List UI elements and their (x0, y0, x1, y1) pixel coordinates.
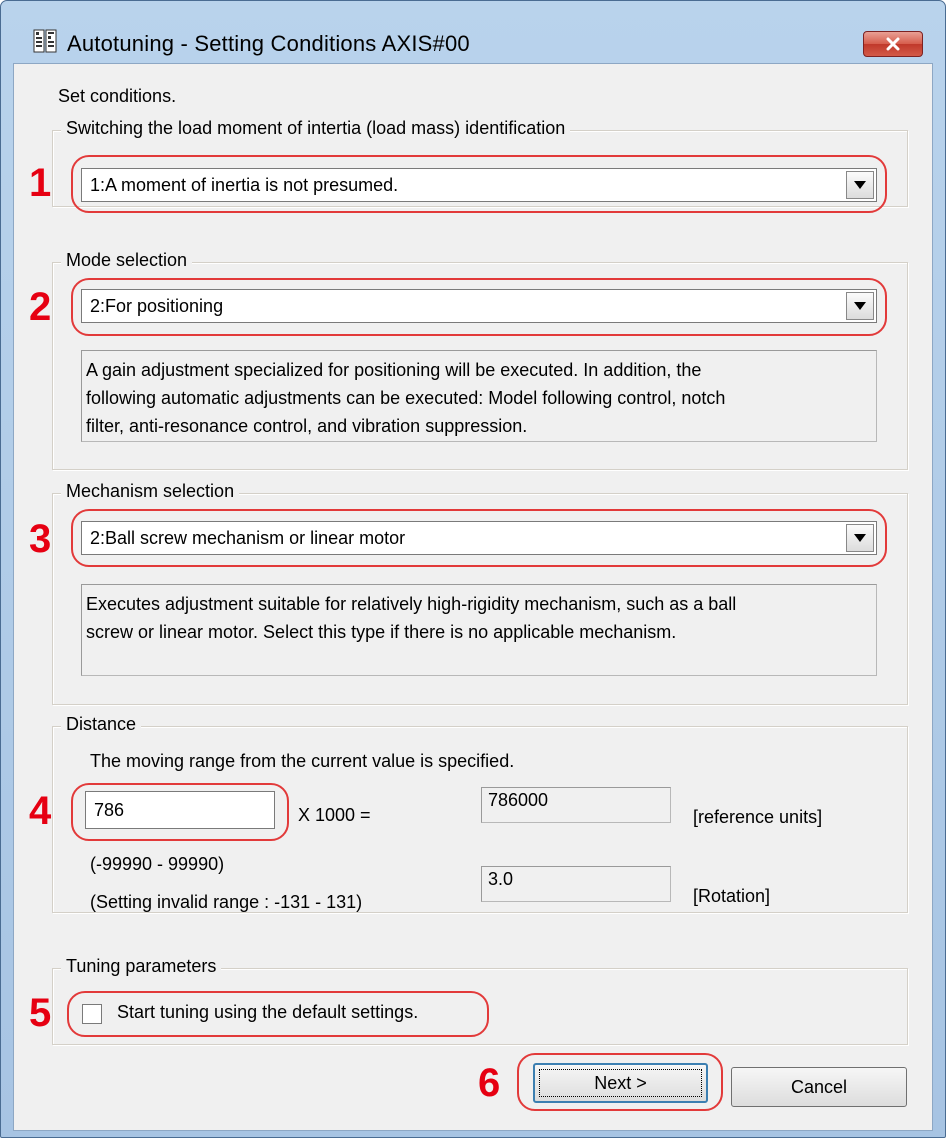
mechanism-description: Executes adjustment suitable for relativ… (81, 584, 877, 676)
load-inertia-selected: 1:A moment of inertia is not presumed. (90, 175, 399, 195)
chevron-down-icon (854, 181, 866, 189)
distance-range: (-99990 - 99990) (90, 854, 225, 874)
multiplier-label: X 1000 = (298, 805, 371, 825)
default-settings-label[interactable]: Start tuning using the default settings. (117, 1002, 418, 1023)
autotuning-app-icon (33, 29, 57, 53)
mode-dropdown[interactable]: 2:For positioning (81, 289, 877, 323)
invalid-range: (Setting invalid range : -131 - 131) (90, 892, 363, 912)
mechanism-description-line: Executes adjustment suitable for relativ… (86, 594, 737, 614)
tuning-parameters-group-title: Tuning parameters (61, 956, 222, 977)
distance-instruction: The moving range from the current value … (90, 751, 515, 771)
mode-group-title: Mode selection (61, 250, 193, 271)
chevron-down-icon (854, 302, 866, 310)
mode-description-line: filter, anti-resonance control, and vibr… (86, 416, 528, 436)
marker-3: 3 (29, 517, 52, 561)
default-settings-checkbox[interactable] (82, 1004, 102, 1024)
marker-2: 2 (29, 285, 52, 329)
mode-description-line: A gain adjustment specialized for positi… (86, 360, 702, 380)
mechanism-selected: 2:Ball screw mechanism or linear motor (90, 528, 406, 548)
chevron-down-icon (854, 534, 866, 542)
dialog-window: Autotuning - Setting Conditions AXIS#00 … (0, 0, 946, 1138)
rotation-label: [Rotation] (693, 886, 771, 906)
dropdown-arrow-button[interactable] (846, 524, 874, 552)
load-inertia-group-title: Switching the load moment of intertia (l… (61, 118, 571, 139)
mode-selected: 2:For positioning (90, 296, 224, 316)
next-button-label: Next > (594, 1072, 647, 1093)
load-inertia-dropdown[interactable]: 1:A moment of inertia is not presumed. (81, 168, 877, 202)
distance-group-title: Distance (61, 714, 142, 735)
mechanism-description-line: screw or linear motor. Select this type … (86, 622, 677, 642)
marker-5: 5 (29, 991, 52, 1035)
reference-units-label: [reference units] (693, 807, 823, 827)
reference-units-value: 786000 (481, 787, 671, 823)
mode-description-line: following automatic adjustments can be e… (86, 388, 726, 408)
marker-4: 4 (29, 789, 52, 833)
dropdown-arrow-button[interactable] (846, 171, 874, 199)
instruction-caption: Set conditions. (58, 86, 177, 106)
title-bar[interactable]: Autotuning - Setting Conditions AXIS#00 (1, 1, 945, 61)
rotation-value: 3.0 (481, 866, 671, 902)
distance-input[interactable] (85, 791, 275, 829)
dropdown-arrow-button[interactable] (846, 292, 874, 320)
cancel-button[interactable]: Cancel (731, 1067, 907, 1107)
mechanism-group-title: Mechanism selection (61, 481, 240, 502)
close-icon (886, 37, 900, 51)
window-title: Autotuning - Setting Conditions AXIS#00 (67, 31, 470, 56)
close-button[interactable] (863, 31, 923, 57)
mechanism-dropdown[interactable]: 2:Ball screw mechanism or linear motor (81, 521, 877, 555)
cancel-button-label: Cancel (790, 1076, 848, 1097)
next-button[interactable]: Next > (533, 1063, 708, 1103)
marker-6: 6 (478, 1061, 501, 1105)
mode-description: A gain adjustment specialized for positi… (81, 350, 877, 442)
marker-1: 1 (29, 161, 52, 205)
